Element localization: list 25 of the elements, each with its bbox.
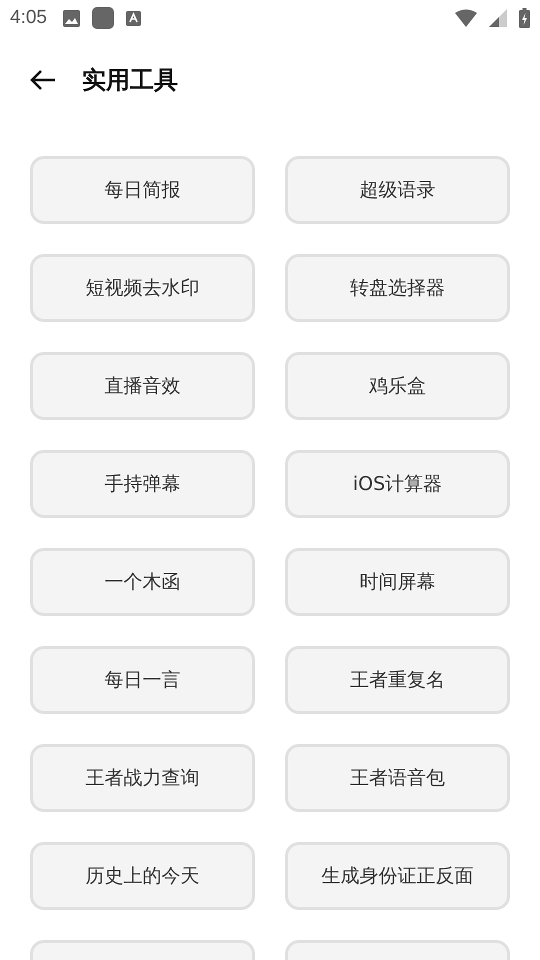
page-title: 实用工具: [82, 65, 178, 96]
back-arrow-icon[interactable]: [30, 69, 56, 91]
tool-button[interactable]: 直播音效: [30, 352, 255, 420]
tool-button[interactable]: 时间屏幕: [285, 548, 510, 616]
tool-button[interactable]: 王者语音包: [285, 744, 510, 812]
tool-button[interactable]: 鸡乐盒: [285, 352, 510, 420]
tool-button[interactable]: 转盘选择器: [285, 254, 510, 322]
tool-button[interactable]: 手持弹幕: [30, 450, 255, 518]
tool-button[interactable]: 超级语录: [285, 156, 510, 224]
tool-button[interactable]: 短视频去水印: [30, 254, 255, 322]
tool-button[interactable]: 王者战力查询: [30, 744, 255, 812]
tool-button[interactable]: 一个木函: [30, 548, 255, 616]
battery-icon: [519, 8, 530, 28]
tool-button[interactable]: 王者重复名: [285, 646, 510, 714]
wifi-icon: [455, 9, 477, 27]
tool-button[interactable]: iOS计算器: [285, 450, 510, 518]
tool-button[interactable]: 每日一言: [30, 646, 255, 714]
font-icon: [126, 10, 141, 26]
app-icon: [92, 7, 114, 29]
tool-button[interactable]: 生成身份证正反面: [285, 842, 510, 910]
tool-button[interactable]: 每日简报: [30, 156, 255, 224]
signal-icon: [489, 9, 507, 27]
tool-button[interactable]: 历史上的今天: [30, 842, 255, 910]
status-time: 4:05: [10, 7, 47, 29]
image-icon: [62, 10, 80, 26]
